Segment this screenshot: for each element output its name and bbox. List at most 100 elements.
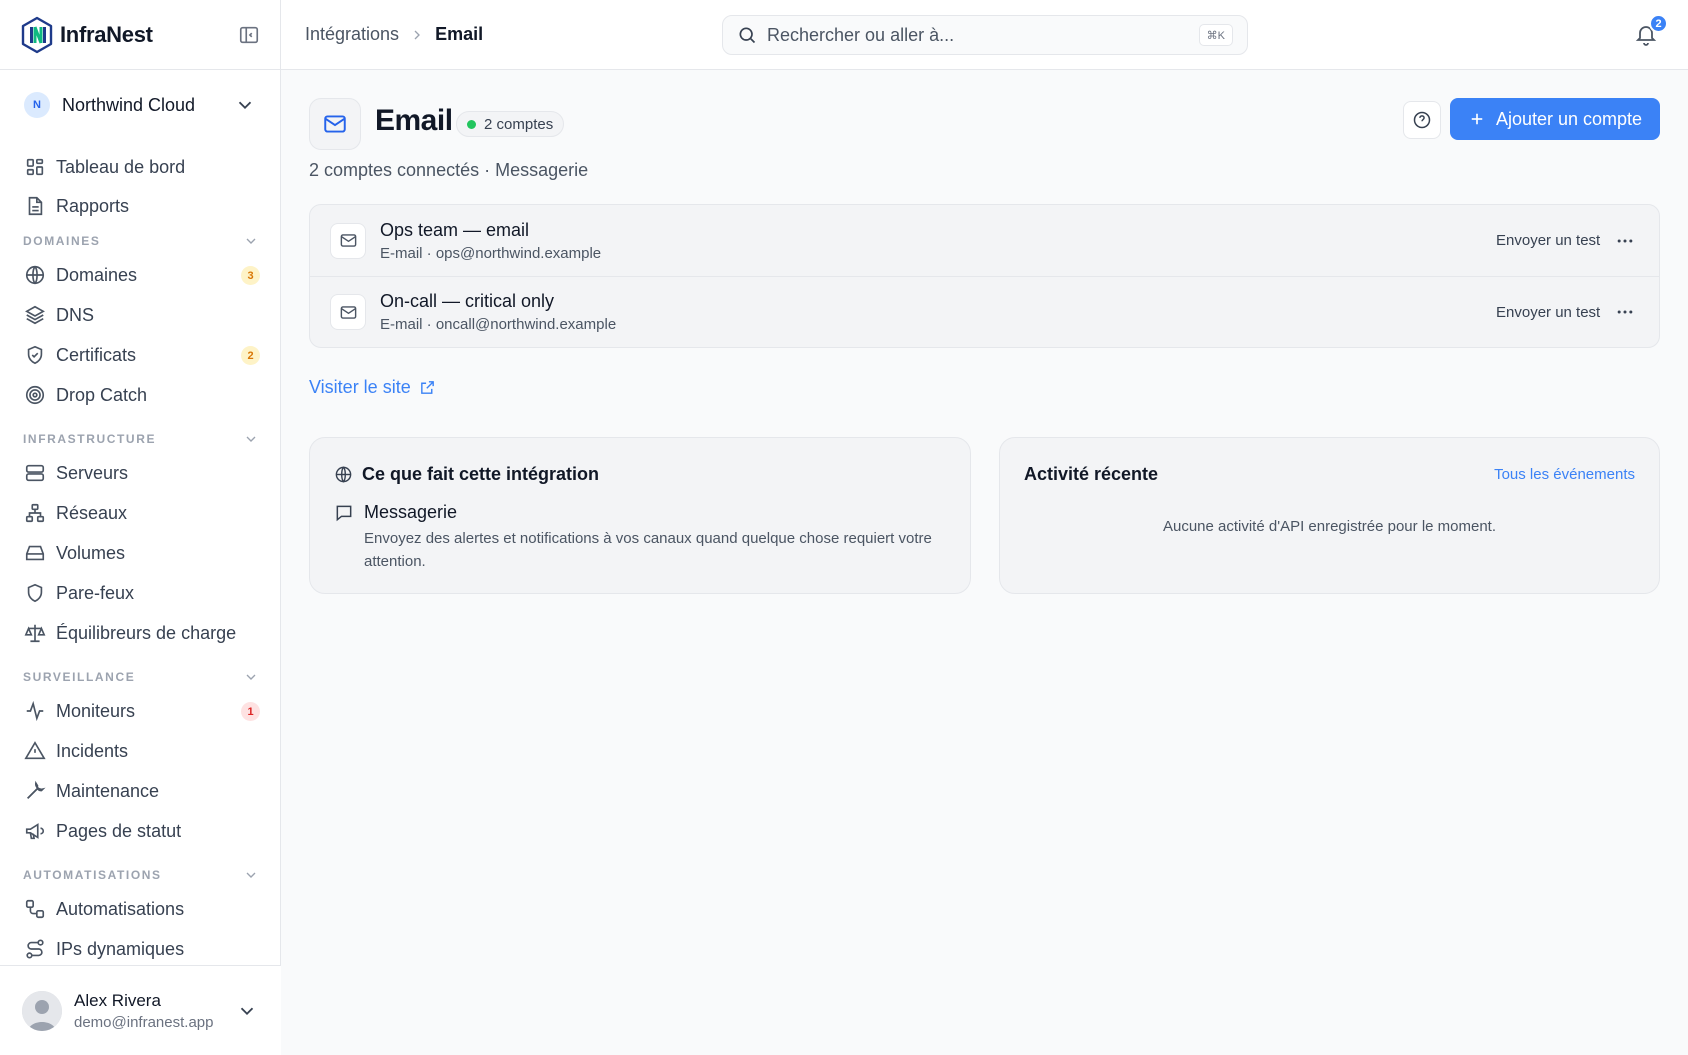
dashboard-icon [26,158,44,176]
sidebar-item-dns[interactable]: DNS [24,299,260,331]
route-icon [26,939,44,959]
collapse-sidebar-icon[interactable] [238,24,260,46]
search-shortcut: ⌘K [1198,24,1233,46]
sidebar-item-label: Incidents [56,740,129,761]
breadcrumb-integrations[interactable]: Intégrations [305,24,399,45]
sidebar-item-incidents[interactable]: Incidents [24,735,260,767]
breadcrumb-current: Email [435,24,484,44]
status-badge-label: 2 comptes [484,115,554,133]
sidebar-item-label: Pare-feux [56,582,135,603]
chevron-right-icon [414,30,421,39]
section-title-label: DOMAINES [23,234,101,248]
sidebar-item-load-balancers[interactable]: Équilibreurs de charge [24,617,260,649]
add-account-button[interactable]: Ajouter un compte [1450,98,1660,140]
avatar [22,990,62,1031]
org-switcher[interactable]: N Northwind Cloud [0,70,280,140]
accounts-list: Ops team — email E-mail · ops@northwind.… [309,204,1660,348]
page-subtitle: 2 comptes connectés · Messagerie [309,160,589,180]
topbar: Intégrations Email Rechercher ou aller à… [281,0,1688,70]
sidebar-item-automations[interactable]: Automatisations [24,893,260,925]
layers-icon [25,305,45,325]
sidebar-item-networks[interactable]: Réseaux [24,497,260,529]
account-info: On-call — critical only E-mail · oncall@… [380,291,616,333]
server-icon [25,464,45,482]
more-horizontal-icon[interactable] [1615,231,1635,251]
sidebar-item-label: Domaines [56,264,138,285]
section-title-infrastructure[interactable]: INFRASTRUCTURE [23,432,259,446]
sidebar-item-dynamic-ips[interactable]: IPs dynamiques [24,933,260,965]
user-email: demo@infranest.app [74,1013,214,1031]
external-link-icon [420,381,434,394]
sidebar-item-label: Volumes [56,542,126,563]
account-name: Ops team — email [380,219,530,240]
sidebar-item-label: Certificats [56,344,137,365]
feature-text: Messagerie Envoyez des alertes et notifi… [364,502,944,573]
sidebar-item-firewalls[interactable]: Pare-feux [24,577,260,609]
sidebar-item-reports[interactable]: Rapports [24,190,260,222]
search-input[interactable]: Rechercher ou aller à... ⌘K [722,15,1248,55]
empty-state: Aucune activité d'API enregistrée pour l… [1162,518,1497,535]
sidebar-item-label: Pages de statut [56,820,182,841]
sidebar-item-label: Moniteurs [56,700,136,721]
notification-badge: 2 [1649,14,1668,33]
visit-site-link[interactable]: Visiter le site [309,377,436,398]
shield-icon [27,583,43,603]
card-title: Ce que fait cette intégration [362,464,600,484]
card-header: Activité récente [1024,464,1158,485]
shield-check-icon [27,345,43,365]
send-test-button[interactable]: Envoyer un test [1496,304,1600,321]
sidebar-item-dashboard[interactable]: Tableau de bord [24,151,260,183]
alert-triangle-icon [24,741,46,760]
list-item[interactable]: On-call — critical only E-mail · oncall@… [310,276,1659,347]
account-detail: E-mail · oncall@northwind.example [380,316,617,333]
more-horizontal-icon[interactable] [1615,302,1635,322]
sidebar-item-label: Drop Catch [56,384,148,405]
add-account-label: Ajouter un compte [1495,108,1643,129]
megaphone-icon [25,823,45,840]
network-icon [25,503,45,523]
user-menu[interactable]: Alex Rivera demo@infranest.app [0,965,281,1055]
globe-icon [25,265,45,285]
sidebar-item-maintenance[interactable]: Maintenance [24,775,260,807]
sidebar-item-volumes[interactable]: Volumes [24,537,260,569]
all-events-link[interactable]: Tous les événements [1494,466,1635,483]
section-title-domains[interactable]: DOMAINES [23,234,259,248]
count-badge: 3 [241,266,260,285]
list-item[interactable]: Ops team — email E-mail · ops@northwind.… [310,205,1659,276]
sidebar-item-label: Maintenance [56,780,160,801]
sidebar-item-label: IPs dynamiques [56,938,185,959]
sidebar-item-label: Serveurs [56,462,129,483]
chevron-down-icon [240,1007,254,1016]
mail-icon [340,305,356,319]
section-title-label: SURVEILLANCE [23,670,136,684]
search-placeholder: Rechercher ou aller à... [767,24,955,45]
feature-title: Messagerie [364,502,458,522]
breadcrumb: Intégrations Email [305,24,483,45]
sidebar-item-certificates[interactable]: Certificats 2 [24,339,260,371]
sidebar-item-status-pages[interactable]: Pages de statut [24,815,260,847]
sidebar-item-servers[interactable]: Serveurs [24,457,260,489]
help-button[interactable] [1403,101,1441,139]
plus-icon [1471,113,1483,125]
account-name: On-call — critical only [380,291,555,311]
sidebar-item-drop-catch[interactable]: Drop Catch [24,379,260,411]
globe-icon [335,466,352,483]
main-content: Email 2 comptes 2 comptes connectés · Me… [281,70,1688,1055]
section-title-monitoring[interactable]: SURVEILLANCE [23,670,259,684]
section-title-automations[interactable]: AUTOMATISATIONS [23,868,259,882]
sidebar: InfraNest N Northwind Cloud Tableau de b… [0,0,281,1055]
send-test-button[interactable]: Envoyer un test [1496,232,1600,249]
page-title: Email [375,104,453,137]
chevron-down-icon [246,872,256,878]
sidebar-item-monitors[interactable]: Moniteurs 1 [24,695,260,727]
status-dot [467,119,476,129]
count-badge: 1 [241,702,260,721]
feature-item: Messagerie Envoyez des alertes et notifi… [334,502,944,573]
scale-icon [24,624,46,643]
mail-icon [340,234,356,247]
chevron-down-icon [246,238,256,244]
card-header: Ce que fait cette intégration [334,464,599,485]
visit-site-label: Visiter le site [309,377,411,397]
sidebar-item-domains[interactable]: Domaines 3 [24,259,260,291]
account-icon [330,222,366,259]
